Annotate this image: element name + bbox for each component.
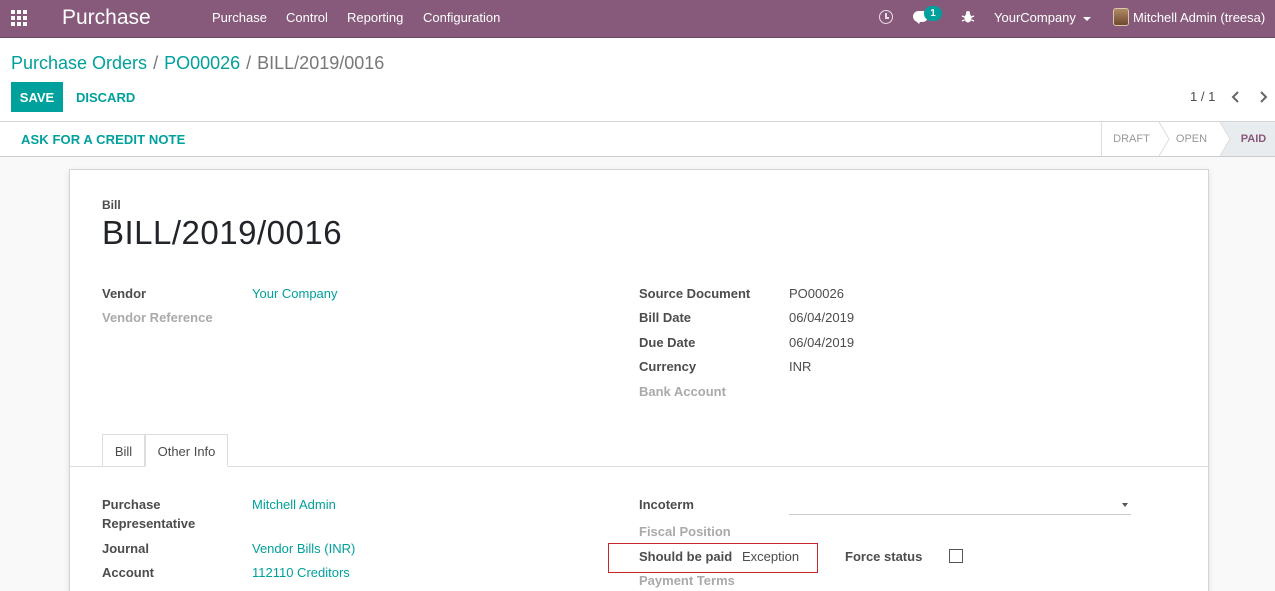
ask-credit-note-button[interactable]: ASK FOR A CREDIT NOTE <box>21 132 185 147</box>
should-be-paid-label: Should be paid <box>639 549 733 564</box>
caret-down-icon <box>1122 503 1128 507</box>
avatar[interactable] <box>1113 8 1129 26</box>
incoterm-label: Incoterm <box>639 497 694 512</box>
incoterm-select[interactable] <box>789 495 1131 515</box>
stage-arrow <box>1220 122 1232 156</box>
pager-value[interactable]: 1 / 1 <box>1190 89 1215 104</box>
tabs-divider <box>70 466 1208 467</box>
due-date-value: 06/04/2019 <box>789 335 855 350</box>
currency-label: Currency <box>639 359 697 374</box>
journal-field[interactable]: Vendor Bills (INR) <box>252 541 355 556</box>
form-sheet: Bill BILL/2019/0016 Vendor Your Company … <box>69 169 1209 591</box>
user-menu[interactable]: Mitchell Admin (treesa) <box>1133 10 1265 25</box>
page-title: BILL/2019/0016 <box>102 214 343 251</box>
force-status-label: Force status <box>845 549 923 564</box>
activity-clock-icon[interactable] <box>879 10 893 24</box>
chat-badge: 1 <box>924 6 942 21</box>
chevron-right-icon[interactable] <box>1256 89 1270 105</box>
debug-bug-icon[interactable] <box>961 10 975 24</box>
force-status-checkbox[interactable] <box>949 549 963 563</box>
menu-control[interactable]: Control <box>286 10 328 25</box>
purchase-representative-label: Purchase <box>102 497 161 512</box>
should-be-paid-value: Exception <box>742 549 800 564</box>
control-panel: Purchase Orders / PO00026/BILL/2019/0016 S… <box>0 38 1275 122</box>
account-label: Account <box>102 565 154 580</box>
vendor-label: Vendor <box>102 286 147 301</box>
currency-value: INR <box>789 359 812 374</box>
document-type-label: Bill <box>102 198 121 212</box>
purchase-representative-field[interactable]: Mitchell Admin <box>252 497 336 512</box>
purchase-representative-label-line2: Representative <box>102 516 196 531</box>
save-button[interactable]: SAVE <box>11 82 63 112</box>
bill-date-label: Bill Date <box>639 310 692 325</box>
payment-terms-label: Payment Terms <box>639 573 735 588</box>
bank-account-label: Bank Account <box>639 384 726 399</box>
breadcrumb-purchase-orders[interactable]: Purchase Orders <box>11 53 147 73</box>
top-navbar: Purchase Purchase Control Reporting Conf… <box>0 0 1275 38</box>
app-brand: Purchase <box>62 6 151 29</box>
chevron-left-icon[interactable] <box>1229 89 1243 105</box>
tab-other-info[interactable]: Other Info <box>145 434 228 467</box>
apps-menu-icon[interactable] <box>11 10 29 26</box>
tab-bill[interactable]: Bill <box>102 434 145 467</box>
breadcrumb-separator: / <box>246 53 252 73</box>
bill-date-value: 06/04/2019 <box>789 310 855 325</box>
menu-configuration[interactable]: Configuration <box>423 10 500 25</box>
breadcrumb-po[interactable]: PO00026 <box>164 53 240 73</box>
stage-paid[interactable]: PAID <box>1232 122 1275 156</box>
breadcrumb: Purchase Orders / PO00026/BILL/2019/0016 <box>11 53 384 74</box>
company-name: YourCompany <box>994 10 1076 25</box>
breadcrumb-separator: / <box>153 53 159 73</box>
menu-purchase[interactable]: Purchase <box>212 10 267 25</box>
due-date-label: Due Date <box>639 335 696 350</box>
fiscal-position-label: Fiscal Position <box>639 524 731 539</box>
statusbar: ASK FOR A CREDIT NOTE DRAFT OPEN PAID <box>0 122 1275 157</box>
vendor-field[interactable]: Your Company <box>252 286 338 301</box>
stage-draft[interactable]: DRAFT <box>1101 122 1161 156</box>
company-switcher[interactable]: YourCompany <box>994 10 1091 25</box>
journal-label: Journal <box>102 541 149 556</box>
source-document-value: PO00026 <box>789 286 844 301</box>
menu-reporting[interactable]: Reporting <box>347 10 403 25</box>
chevron-down-icon <box>1082 16 1091 21</box>
breadcrumb-current: BILL/2019/0016 <box>257 53 385 73</box>
source-document-label: Source Document <box>639 286 751 301</box>
stage-arrow <box>1159 122 1170 156</box>
account-field[interactable]: 112110 Creditors <box>252 565 350 580</box>
user-name: Mitchell Admin (treesa) <box>1133 10 1266 25</box>
discard-button[interactable]: DISCARD <box>70 82 141 112</box>
vendor-reference-label: Vendor Reference <box>102 310 213 325</box>
